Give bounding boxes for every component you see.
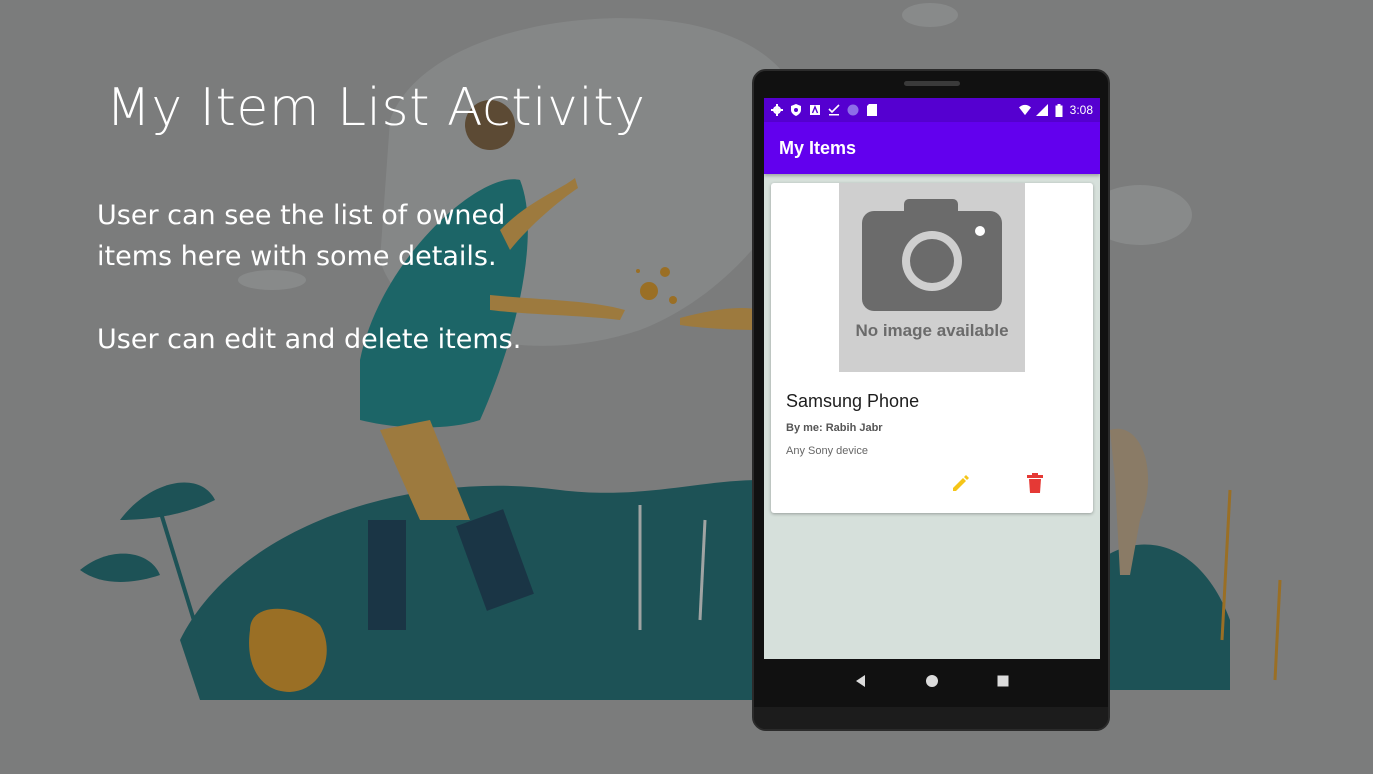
slide-description-line: items here with some details.: [97, 241, 497, 272]
slide: My Item List Activity User can see the l…: [0, 0, 1373, 774]
font-icon: [809, 104, 821, 116]
check-icon: [828, 104, 840, 116]
camera-icon: [862, 199, 1002, 311]
back-button[interactable]: [851, 671, 871, 691]
edit-item-button[interactable]: [949, 471, 973, 495]
trash-icon: [1027, 473, 1043, 493]
recents-button[interactable]: [993, 671, 1013, 691]
app-bar: My Items: [764, 122, 1100, 174]
home-button[interactable]: [922, 671, 942, 691]
back-icon: [856, 675, 866, 687]
status-bar: 3:08: [764, 98, 1100, 122]
no-image-label: No image available: [855, 321, 1009, 340]
gear-icon: [771, 104, 783, 116]
item-owner: By me: Rabih Jabr: [786, 422, 883, 434]
item-image: No image available: [839, 183, 1025, 372]
phone-bottom-edge: [754, 707, 1108, 729]
recents-icon: [997, 675, 1009, 687]
battery-icon: [1053, 103, 1065, 117]
status-clock: 3:08: [1069, 103, 1093, 117]
circle-icon: [847, 104, 859, 116]
shield-icon: [790, 104, 802, 116]
phone-frame: 3:08 My Items No image available Samsung…: [752, 69, 1110, 731]
phone-speaker: [904, 81, 960, 86]
item-card[interactable]: No image available Samsung Phone By me: …: [771, 183, 1093, 513]
navigation-bar: [764, 659, 1100, 703]
wifi-icon: [1018, 104, 1031, 116]
slide-description-line: User can edit and delete items.: [97, 324, 522, 355]
slide-description-line: User can see the list of owned: [97, 200, 506, 231]
delete-item-button[interactable]: [1023, 471, 1047, 495]
signal-icon: [1035, 104, 1048, 116]
item-description: Any Sony device: [786, 445, 868, 457]
app-bar-title: My Items: [779, 137, 857, 158]
home-icon: [925, 675, 938, 687]
phone-screen: 3:08 My Items No image available Samsung…: [764, 98, 1100, 659]
slide-title: My Item List Activity: [106, 78, 646, 138]
item-name: Samsung Phone: [786, 391, 920, 411]
pencil-icon: [953, 475, 969, 491]
sd-card-icon: [866, 104, 878, 116]
